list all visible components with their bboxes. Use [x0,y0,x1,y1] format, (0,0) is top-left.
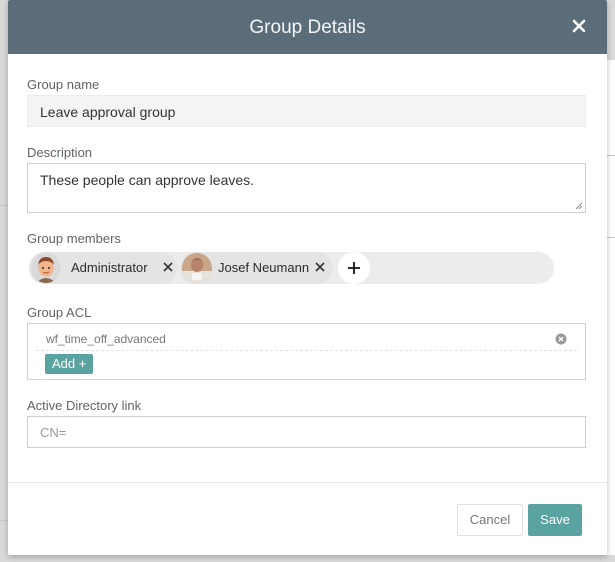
member-chip-josef-neumann: Josef Neumann [180,252,333,284]
remove-icon [315,262,325,272]
add-member-button[interactable] [338,252,370,284]
group-acl-label: Group ACL [27,305,92,320]
avatar-administrator [31,253,61,283]
dialog-title: Group Details [249,17,366,38]
remove-icon [163,262,173,272]
ad-link-label: Active Directory link [27,398,142,413]
description-field[interactable]: These people can approve leaves. [27,163,586,213]
background-divider [0,520,8,521]
plus-icon [348,262,360,274]
save-button[interactable]: Save [528,504,582,536]
acl-divider [36,350,577,351]
add-acl-button[interactable]: Add + [45,354,94,374]
avatar-josef-neumann [182,253,212,283]
background-divider [607,237,615,238]
member-chip-administrator: Administrator [29,252,177,284]
acl-list: wf_time_off_advanced Add + [27,323,586,380]
cancel-button[interactable]: Cancel [457,504,523,536]
group-name-value: Leave approval group [40,104,176,120]
member-name: Administrator [71,260,148,275]
group-details-dialog: Group Details Group name Leave approval … [8,0,607,555]
description-label: Description [27,145,93,160]
footer-divider [8,482,607,483]
description-value: These people can approve leaves. [40,172,255,188]
group-name-field[interactable]: Leave approval group [27,95,586,127]
background-divider [607,155,615,156]
remove-acl-button[interactable] [555,332,567,345]
background-divider [0,205,8,206]
remove-member-button[interactable] [161,260,175,274]
acl-item: wf_time_off_advanced [46,332,166,346]
close-button[interactable] [569,16,589,36]
member-name: Josef Neumann [218,260,310,275]
clear-circle-icon [555,333,567,345]
ad-link-field[interactable]: CN= [27,416,586,448]
remove-member-button[interactable] [313,260,327,274]
group-members-label: Group members [27,231,121,246]
group-name-label: Group name [27,77,100,92]
dialog-header: Group Details [8,0,607,54]
close-icon [572,19,586,33]
ad-link-placeholder: CN= [40,425,67,440]
resize-handle-icon[interactable] [573,200,583,210]
